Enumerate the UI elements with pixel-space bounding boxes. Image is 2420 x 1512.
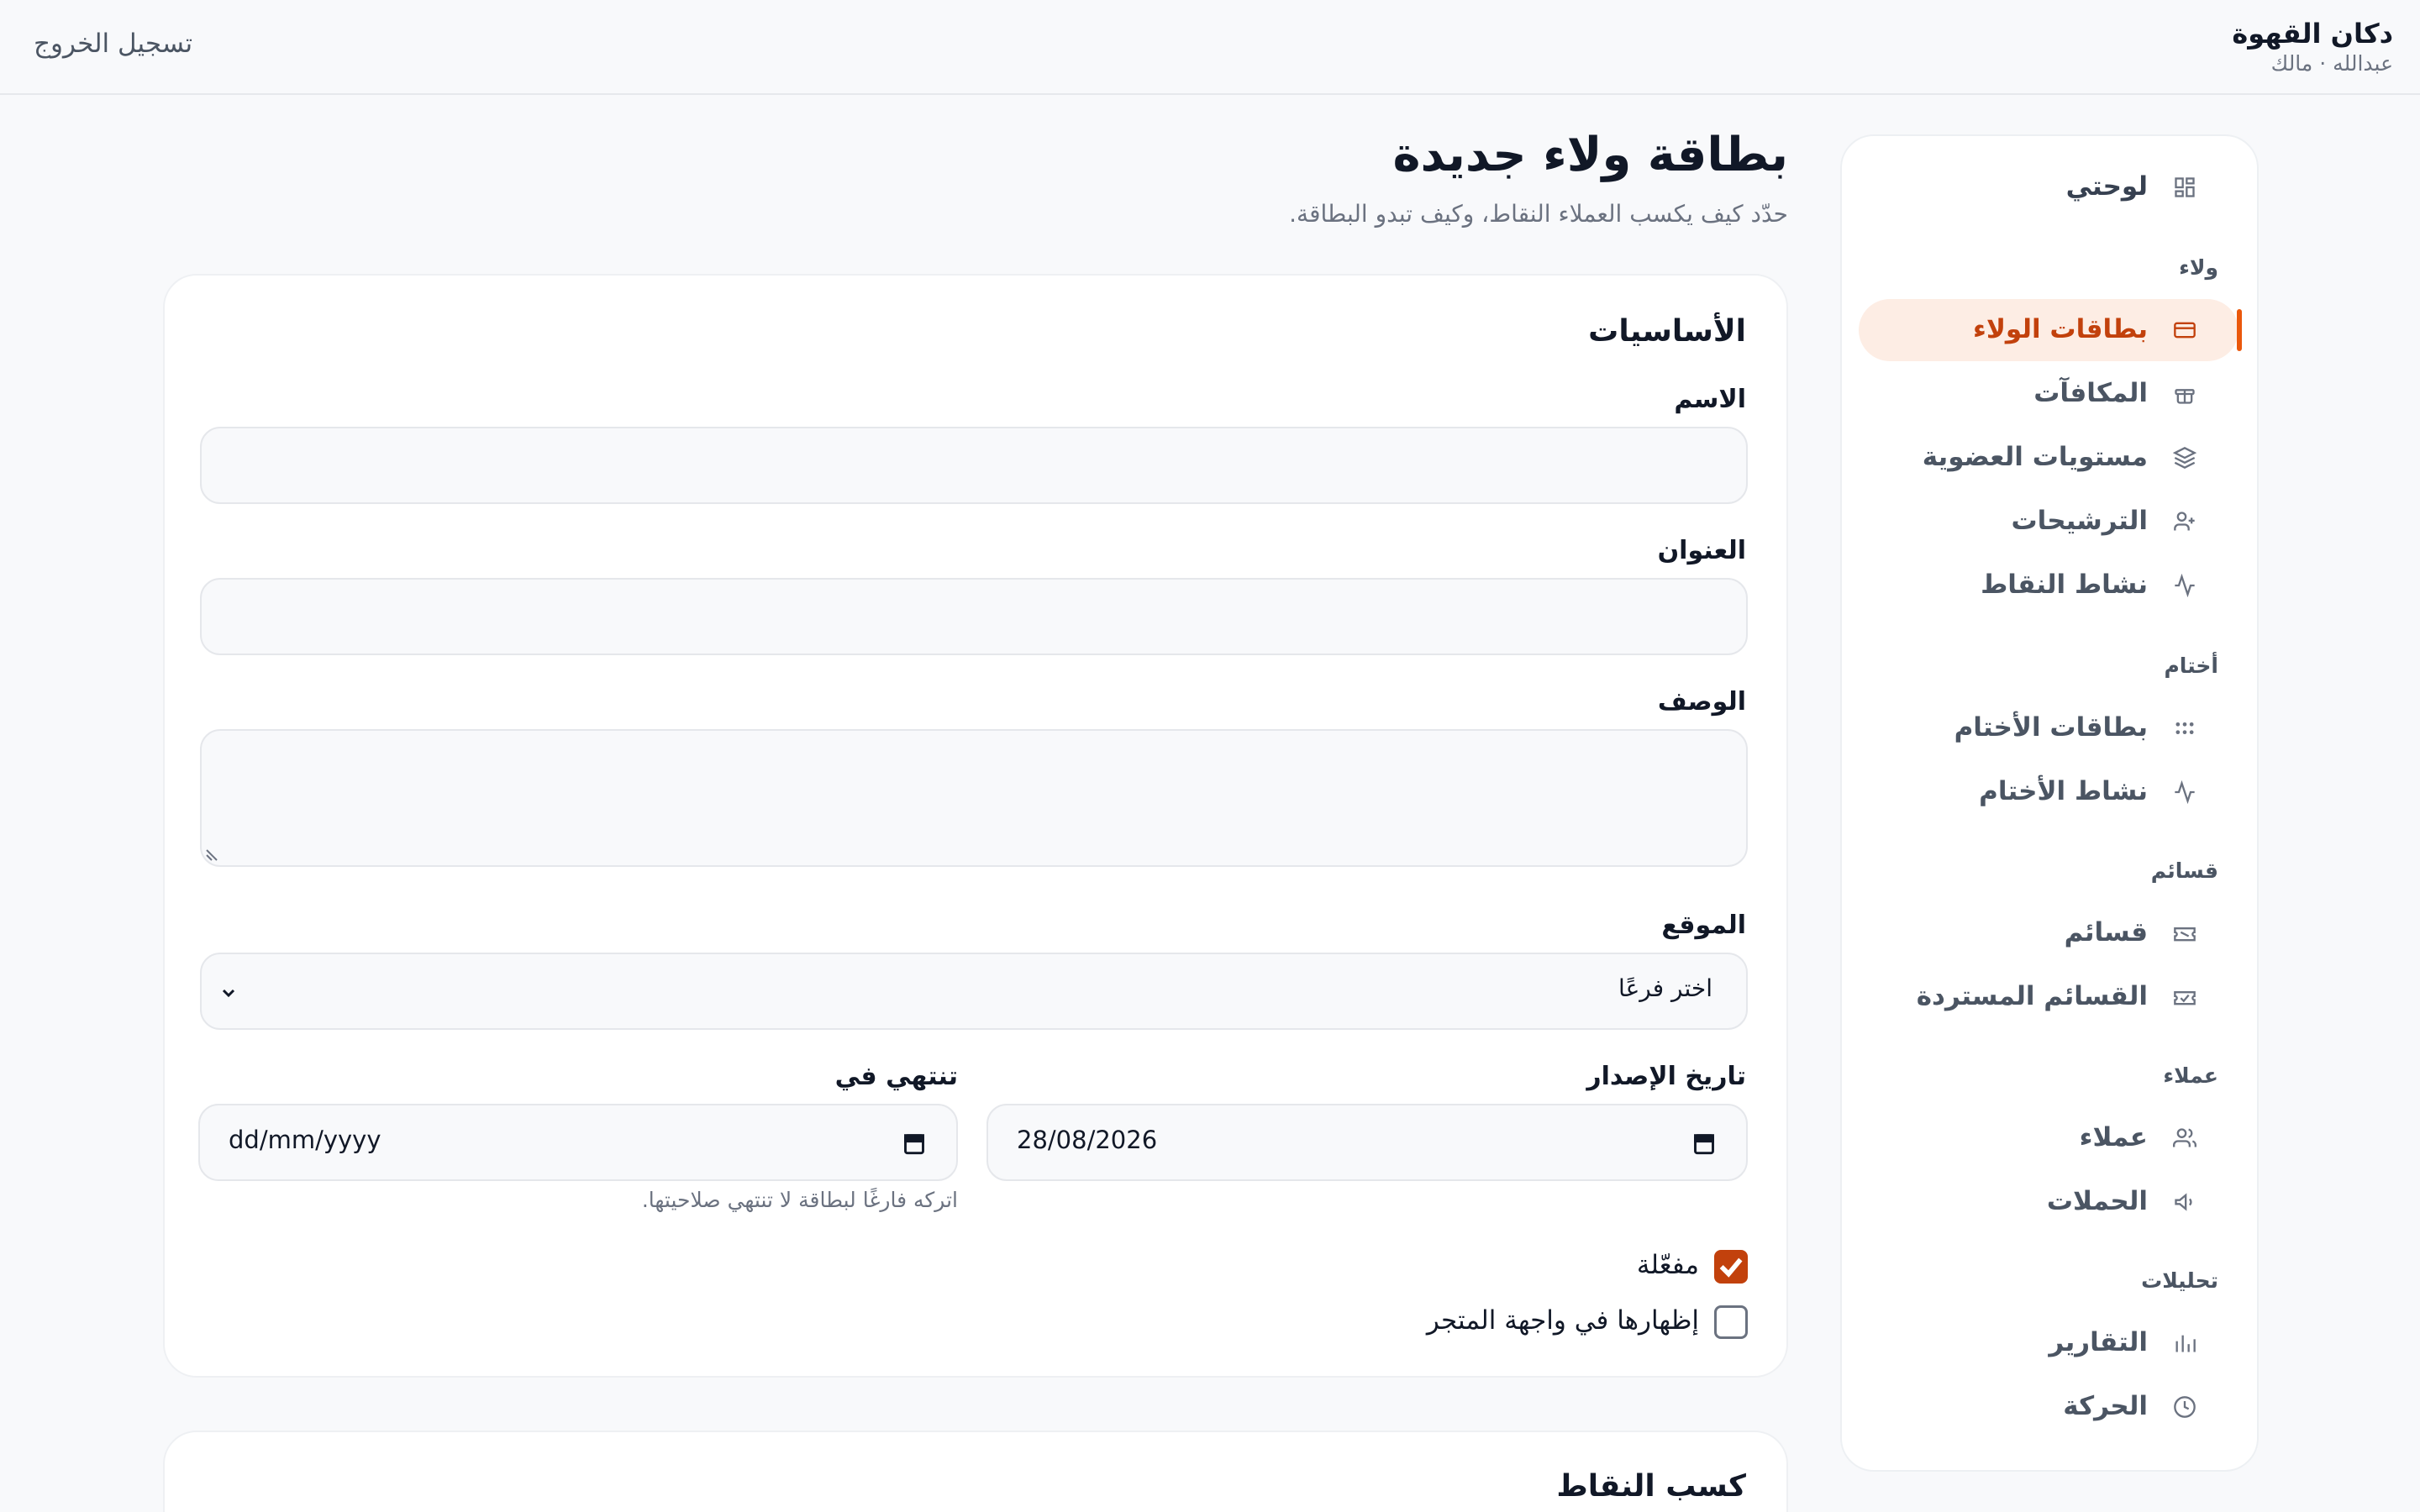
description-textarea[interactable] xyxy=(200,729,1748,867)
activity-icon xyxy=(2175,780,2195,804)
sidebar-item-label: مستويات العضوية xyxy=(1922,442,2148,472)
sidebar-item-stamp-cards[interactable]: بطاقات الأختام xyxy=(1859,697,2238,759)
sidebar-item-stamp-activity[interactable]: نشاط الأختام xyxy=(1859,761,2238,823)
earning-card: كسب النقاط xyxy=(163,1431,1788,1512)
page-title: بطاقة ولاء جديدة xyxy=(1392,128,1788,182)
sidebar-item-campaigns[interactable]: الحملات xyxy=(1859,1171,2238,1233)
sidebar-item-label: قسائم xyxy=(2064,917,2148,948)
location-label: الموقع xyxy=(1661,911,1746,940)
sidebar-item-vouchers[interactable]: قسائم xyxy=(1859,902,2238,964)
section-label-loyalty: ولاء xyxy=(2179,255,2218,280)
sidebar-item-traffic[interactable]: الحركة xyxy=(1859,1376,2238,1438)
basics-card: الأساسيات الاسم العنوان الوصف الموقع اخت… xyxy=(163,274,1788,1378)
sidebar-item-label: بطاقات الأختام xyxy=(1954,712,2148,743)
logout-link[interactable]: تسجيل الخروج xyxy=(34,29,192,59)
sidebar-item-label: الحركة xyxy=(2063,1391,2148,1421)
card-icon xyxy=(2174,322,2196,339)
sidebar-item-label: بطاقات الولاء xyxy=(1973,314,2148,344)
top-bar: دكان القهوة عبدالله · مالك تسجيل الخروج xyxy=(0,0,2420,95)
sidebar-item-points-activity[interactable]: نشاط النقاط xyxy=(1859,554,2238,617)
section-title-earning: كسب النقاط xyxy=(1556,1469,1746,1504)
section-label-analytics: تحليلات xyxy=(2141,1268,2218,1293)
sidebar-item-label: لوحتي xyxy=(2065,171,2148,202)
layers-icon xyxy=(2173,447,2196,469)
expires-date-value: dd/mm/yyyy xyxy=(229,1126,381,1154)
users-icon xyxy=(2173,1128,2196,1147)
resize-handle-icon[interactable] xyxy=(205,847,220,862)
section-label-customers: عملاء xyxy=(2163,1063,2218,1088)
sidebar-item-label: الترشيحات xyxy=(2011,506,2148,536)
sidebar-item-rewards[interactable]: المكافآت xyxy=(1859,363,2238,425)
sidebar-item-label: المكافآت xyxy=(2033,378,2148,408)
sidebar-nav: لوحتي ولاء بطاقات الولاء المكافآت مستويا… xyxy=(1840,134,2259,1472)
section-label-vouchers: قسائم xyxy=(2150,858,2218,883)
calendar-icon[interactable] xyxy=(1692,1131,1716,1156)
sidebar-item-reports[interactable]: التقارير xyxy=(1859,1312,2238,1374)
issue-date-label: تاريخ الإصدار xyxy=(1586,1062,1746,1091)
heading-input[interactable] xyxy=(200,578,1748,655)
name-input[interactable] xyxy=(200,427,1748,504)
ticket-icon xyxy=(2174,991,2196,1005)
description-label: الوصف xyxy=(1657,687,1746,717)
active-checkbox[interactable] xyxy=(1714,1250,1748,1284)
sidebar-item-label: عملاء xyxy=(2079,1122,2148,1152)
sidebar-item-label: الحملات xyxy=(2046,1186,2148,1216)
name-label: الاسم xyxy=(1674,385,1746,414)
expires-date-input[interactable]: dd/mm/yyyy xyxy=(198,1104,958,1181)
issue-date-value: 28/08/2026 xyxy=(1017,1126,1158,1154)
active-label: مفعّلة xyxy=(1636,1250,1699,1280)
issue-date-input[interactable]: 28/08/2026 xyxy=(986,1104,1748,1181)
section-title-basics: الأساسيات xyxy=(1588,314,1746,349)
activity-icon xyxy=(2175,574,2195,597)
sidebar-item-label: نشاط الأختام xyxy=(1979,776,2148,806)
sidebar-item-label: التقارير xyxy=(2049,1327,2148,1357)
sidebar-item-label: القسائم المستردة xyxy=(1916,981,2148,1011)
heading-label: العنوان xyxy=(1657,536,1746,565)
brand: دكان القهوة عبدالله · مالك xyxy=(2232,17,2393,77)
storefront-label: إظهارها في واجهة المتجر xyxy=(1426,1305,1699,1336)
user-plus-icon xyxy=(2174,512,2195,531)
sidebar-item-dashboard[interactable]: لوحتي xyxy=(1859,156,2238,218)
sidebar-item-referrals[interactable]: الترشيحات xyxy=(1859,491,2238,553)
sidebar-item-membership-tiers[interactable]: مستويات العضوية xyxy=(1859,427,2238,489)
brand-name: دكان القهوة xyxy=(2232,18,2393,50)
sidebar-item-loyalty-cards[interactable]: بطاقات الولاء xyxy=(1859,299,2242,361)
location-select[interactable]: اختر فرعًا xyxy=(200,953,1748,1030)
section-label-stamps: أختام xyxy=(2164,654,2218,678)
calendar-icon[interactable] xyxy=(902,1131,926,1156)
location-selected-value: اختر فرعًا xyxy=(1618,974,1712,1002)
gift-icon xyxy=(2175,389,2195,404)
ticket-icon xyxy=(2174,927,2196,942)
brand-user: عبدالله · مالك xyxy=(2270,51,2393,76)
expires-label: تنتهي في xyxy=(834,1062,958,1091)
clock-icon xyxy=(2174,1396,2196,1418)
check-icon xyxy=(1719,1257,1743,1278)
storefront-checkbox[interactable] xyxy=(1714,1305,1748,1339)
sidebar-item-redeemed-vouchers[interactable]: القسائم المستردة xyxy=(1859,966,2238,1028)
chevron-down-icon xyxy=(222,989,235,998)
bar-chart-icon xyxy=(2175,1335,2196,1352)
sidebar-item-customers[interactable]: عملاء xyxy=(1859,1107,2238,1169)
expires-hint: اتركه فارغًا لبطاقة لا تنتهي صلاحيتها. xyxy=(641,1188,958,1212)
megaphone-icon xyxy=(2175,1193,2192,1211)
dashboard-icon xyxy=(2175,177,2195,197)
grid-dots-icon xyxy=(2175,722,2194,734)
sidebar-item-label: نشاط النقاط xyxy=(1981,570,2148,600)
page-subtitle: حدّد كيف يكسب العملاء النقاط، وكيف تبدو … xyxy=(1289,200,1788,228)
